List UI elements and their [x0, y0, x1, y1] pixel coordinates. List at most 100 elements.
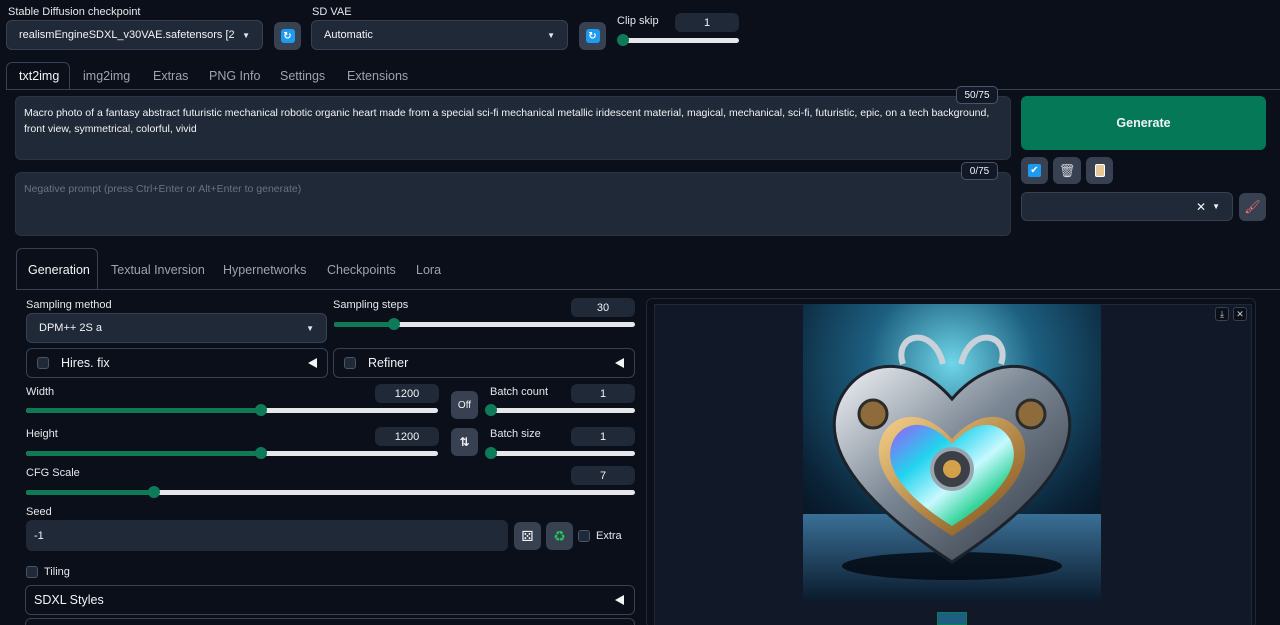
aspect-lock-toggle[interactable]: Off [451, 391, 478, 419]
vae-select[interactable]: Automatic ▼ [311, 20, 568, 50]
batch-count-slider-thumb[interactable] [485, 404, 497, 416]
tiling-label: Tiling [44, 566, 70, 578]
refresh-icon: ↻ [280, 29, 295, 43]
sampling-method-label: Sampling method [26, 299, 112, 311]
prompt-token-counter: 50/75 [956, 86, 998, 104]
height-slider[interactable] [26, 447, 438, 459]
checkpoint-label: Stable Diffusion checkpoint [8, 6, 141, 18]
refiner-label: Refiner [368, 356, 409, 370]
tab-txt2img-label[interactable]: txt2img [19, 69, 59, 83]
extra-seed-label: Extra [596, 530, 622, 542]
sampling-steps-slider-thumb[interactable] [388, 318, 401, 330]
check-icon: ✔ [1028, 164, 1041, 177]
collapse-arrow-icon[interactable] [308, 358, 317, 368]
tab-hypernetworks[interactable]: Hypernetworks [223, 263, 306, 277]
subtabs-divider [16, 289, 1280, 290]
recycle-icon: ♻ [553, 527, 566, 544]
seed-label: Seed [26, 506, 52, 518]
refresh-checkpoint-button[interactable]: ↻ [274, 22, 301, 50]
download-icon[interactable]: ⤓ [1215, 307, 1229, 321]
gallery-thumbnail[interactable] [937, 612, 967, 625]
sdxl-styles-label: SDXL Styles [34, 593, 104, 607]
batch-size-label: Batch size [490, 428, 541, 440]
tab-png-info[interactable]: PNG Info [209, 69, 260, 83]
sampling-method-select[interactable]: DPM++ 2S a ▼ [26, 313, 327, 343]
batch-count-input[interactable]: 1 [571, 384, 635, 403]
chevron-down-icon: ▼ [1212, 202, 1220, 211]
clear-styles-icon[interactable]: ✕ [1196, 200, 1206, 214]
clip-skip-label: Clip skip [617, 15, 659, 27]
read-params-button[interactable]: ✔ [1021, 157, 1048, 184]
height-input[interactable]: 1200 [375, 427, 439, 446]
vae-value: Automatic [324, 29, 373, 41]
vae-label: SD VAE [312, 6, 352, 18]
reuse-seed-button[interactable]: ♻ [546, 522, 573, 550]
negative-prompt-textarea[interactable]: Negative prompt (press Ctrl+Enter or Alt… [15, 172, 1011, 236]
clipboard-icon [1094, 164, 1105, 177]
cfg-scale-input[interactable]: 7 [571, 466, 635, 485]
tab-extras[interactable]: Extras [153, 69, 188, 83]
clip-skip-input[interactable]: 1 [675, 13, 739, 32]
sampling-steps-label: Sampling steps [333, 299, 409, 311]
paintbrush-icon: 🖌 [1244, 199, 1261, 214]
checkpoint-value: realismEngineSDXL_v30VAE.safetensors [2d… [19, 29, 234, 41]
hires-fix-accordion[interactable]: Hires. fix [26, 348, 328, 378]
width-slider[interactable] [26, 404, 438, 416]
sampling-steps-input[interactable]: 30 [571, 298, 635, 317]
clip-skip-slider-thumb[interactable] [617, 34, 629, 46]
checkpoint-select[interactable]: realismEngineSDXL_v30VAE.safetensors [2d… [6, 20, 263, 50]
tab-textual-inversion[interactable]: Textual Inversion [111, 263, 205, 277]
tiling-checkbox[interactable] [26, 566, 38, 578]
batch-size-slider-thumb[interactable] [485, 447, 497, 459]
refiner-accordion[interactable]: Refiner [333, 348, 635, 378]
close-icon[interactable]: ✕ [1233, 307, 1247, 321]
tab-lora[interactable]: Lora [416, 263, 441, 277]
chevron-down-icon: ▼ [242, 30, 250, 40]
negative-token-counter: 0/75 [961, 162, 998, 180]
edit-styles-button[interactable]: 🖌 [1239, 193, 1266, 221]
collapse-arrow-icon[interactable] [615, 358, 624, 368]
cfg-scale-label: CFG Scale [26, 467, 80, 479]
tab-extensions[interactable]: Extensions [347, 69, 408, 83]
refiner-checkbox[interactable] [344, 357, 356, 369]
tab-img2img[interactable]: img2img [83, 69, 130, 83]
seed-input[interactable]: -1 [26, 520, 508, 551]
hires-fix-checkbox[interactable] [37, 357, 49, 369]
chevron-down-icon: ▼ [306, 323, 314, 333]
swap-arrows-icon: ⇅ [459, 435, 470, 449]
generated-image[interactable] [803, 304, 1101, 602]
trash-icon: 🗑 [1058, 162, 1076, 178]
height-slider-thumb[interactable] [254, 447, 267, 459]
batch-count-slider[interactable] [485, 404, 635, 416]
width-input[interactable]: 1200 [375, 384, 439, 403]
styles-select[interactable]: ✕ ▼ [1021, 192, 1233, 221]
random-seed-button[interactable]: ⚄ [514, 522, 541, 550]
next-accordion[interactable] [25, 618, 635, 625]
batch-size-input[interactable]: 1 [571, 427, 635, 446]
tabs-divider [6, 89, 1280, 90]
refresh-icon: ↻ [585, 29, 600, 43]
paste-style-button[interactable] [1086, 157, 1113, 184]
sampling-steps-slider[interactable] [334, 318, 635, 330]
generate-button[interactable]: Generate [1021, 96, 1266, 150]
cfg-scale-slider-thumb[interactable] [147, 486, 160, 498]
tab-checkpoints[interactable]: Checkpoints [327, 263, 396, 277]
hires-fix-label: Hires. fix [61, 356, 110, 370]
dice-icon: ⚄ [521, 527, 534, 544]
sdxl-styles-accordion[interactable]: SDXL Styles [25, 585, 635, 615]
prompt-textarea[interactable]: Macro photo of a fantasy abstract futuri… [15, 96, 1011, 160]
extra-seed-checkbox[interactable] [578, 530, 590, 542]
clear-prompt-button[interactable]: 🗑 [1053, 157, 1081, 184]
swap-dimensions-button[interactable]: ⇅ [451, 428, 478, 456]
tab-generation-label[interactable]: Generation [28, 263, 90, 277]
collapse-arrow-icon[interactable] [615, 595, 624, 605]
chevron-down-icon: ▼ [547, 30, 555, 40]
cfg-scale-slider[interactable] [26, 486, 635, 498]
refresh-vae-button[interactable]: ↻ [579, 22, 606, 50]
batch-size-slider[interactable] [485, 447, 635, 459]
width-label: Width [26, 386, 55, 398]
width-slider-thumb[interactable] [254, 404, 267, 416]
tab-settings[interactable]: Settings [280, 69, 325, 83]
clip-skip-slider[interactable] [617, 34, 739, 46]
sampling-method-value: DPM++ 2S a [39, 322, 102, 334]
